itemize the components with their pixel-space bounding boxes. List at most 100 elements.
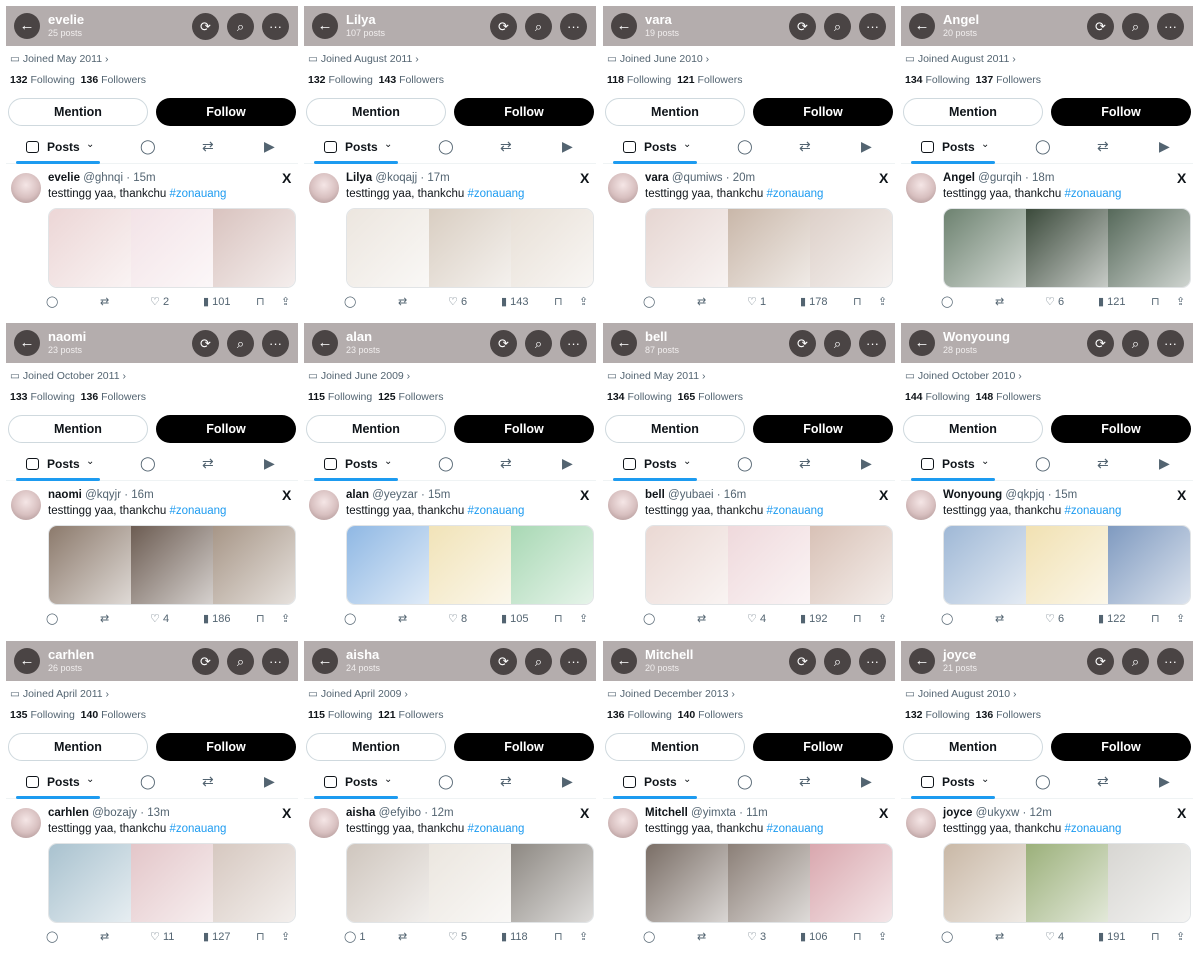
media-image[interactable] [944, 209, 1026, 287]
tweet-media[interactable] [645, 843, 893, 923]
search-icon[interactable]: ⌕ [227, 13, 254, 40]
media-image[interactable] [810, 209, 892, 287]
tweet-media[interactable] [48, 843, 296, 923]
share-icon[interactable]: ⇪ [281, 295, 290, 308]
following-count[interactable]: 115 [308, 391, 325, 403]
following-count[interactable]: 115 [308, 709, 325, 721]
mention-button[interactable]: Mention [8, 98, 148, 126]
replies-tab-icon[interactable]: ◯ [737, 455, 753, 472]
tab-posts[interactable]: Posts ⌄ [613, 136, 697, 164]
replies-tab-icon[interactable]: ◯ [737, 138, 753, 155]
media-tab-icon[interactable]: ▶ [264, 455, 275, 472]
reply-button[interactable]: ◯ [46, 295, 58, 308]
following-count[interactable]: 134 [905, 74, 923, 86]
share-icon[interactable]: ⇪ [878, 930, 887, 943]
mention-button[interactable]: Mention [8, 415, 148, 443]
avatar[interactable] [608, 808, 638, 838]
reposts-tab-icon[interactable]: ⇄ [500, 138, 512, 155]
mention-button[interactable]: Mention [8, 733, 148, 761]
search-icon[interactable]: ⌕ [1122, 648, 1149, 675]
like-button[interactable]: ♡ 8 [448, 612, 467, 625]
back-icon[interactable]: ← [611, 13, 637, 39]
media-image[interactable] [130, 526, 214, 604]
follow-button[interactable]: Follow [753, 98, 893, 126]
search-icon[interactable]: ⌕ [1122, 330, 1149, 357]
like-button[interactable]: ♡ 1 [747, 295, 766, 308]
tweet-media[interactable] [48, 525, 296, 605]
media-image[interactable] [428, 209, 512, 287]
like-button[interactable]: ♡ 11 [150, 930, 174, 943]
retweet-button[interactable]: ⇄ [995, 930, 1004, 943]
following-count[interactable]: 132 [10, 74, 28, 86]
media-tab-icon[interactable]: ▶ [264, 773, 275, 790]
reposts-tab-icon[interactable]: ⇄ [799, 138, 811, 155]
views-button[interactable]: ▮ 143 [501, 295, 528, 308]
media-image[interactable] [1025, 526, 1109, 604]
search-icon[interactable]: ⌕ [1122, 13, 1149, 40]
follow-button[interactable]: Follow [454, 98, 594, 126]
refresh-icon[interactable]: ⟳ [490, 13, 517, 40]
avatar[interactable] [608, 173, 638, 203]
hashtag-link[interactable]: #zonauang [467, 505, 524, 517]
reply-button[interactable]: ◯ [941, 930, 953, 943]
replies-tab-icon[interactable]: ◯ [1035, 455, 1051, 472]
media-image[interactable] [347, 844, 429, 922]
like-button[interactable]: ♡ 6 [448, 295, 467, 308]
avatar[interactable] [11, 173, 41, 203]
followers-count[interactable]: 121 [378, 709, 396, 721]
mention-button[interactable]: Mention [903, 415, 1043, 443]
hashtag-link[interactable]: #zonauang [1064, 505, 1121, 517]
following-count[interactable]: 135 [10, 709, 28, 721]
mention-button[interactable]: Mention [605, 733, 745, 761]
share-icon[interactable]: ⇪ [878, 295, 887, 308]
media-image[interactable] [511, 209, 593, 287]
views-button[interactable]: ▮ 105 [501, 612, 528, 625]
like-button[interactable]: ♡ 3 [747, 930, 766, 943]
views-button[interactable]: ▮ 127 [203, 930, 230, 943]
tab-posts[interactable]: Posts ⌄ [911, 453, 995, 481]
back-icon[interactable]: ← [312, 648, 338, 674]
mention-button[interactable]: Mention [605, 415, 745, 443]
following-count[interactable]: 132 [308, 74, 326, 86]
media-image[interactable] [213, 209, 295, 287]
search-icon[interactable]: ⌕ [824, 330, 851, 357]
refresh-icon[interactable]: ⟳ [789, 648, 816, 675]
mention-button[interactable]: Mention [306, 733, 446, 761]
reposts-tab-icon[interactable]: ⇄ [1097, 138, 1109, 155]
hashtag-link[interactable]: #zonauang [1064, 188, 1121, 200]
reposts-tab-icon[interactable]: ⇄ [202, 455, 214, 472]
more-icon[interactable]: ··· [859, 648, 886, 675]
like-button[interactable]: ♡ 6 [1045, 612, 1064, 625]
media-image[interactable] [347, 209, 429, 287]
replies-tab-icon[interactable]: ◯ [1035, 773, 1051, 790]
author-name[interactable]: evelie [48, 172, 80, 184]
media-image[interactable] [213, 526, 295, 604]
follow-button[interactable]: Follow [156, 733, 296, 761]
tweet-media[interactable] [645, 208, 893, 288]
tab-posts[interactable]: Posts ⌄ [911, 771, 995, 799]
share-icon[interactable]: ⇪ [579, 930, 588, 943]
follow-button[interactable]: Follow [753, 415, 893, 443]
replies-tab-icon[interactable]: ◯ [737, 773, 753, 790]
bookmark-icon[interactable]: ⊓ [256, 612, 265, 625]
media-image[interactable] [1025, 844, 1109, 922]
more-icon[interactable]: ··· [262, 13, 289, 40]
hashtag-link[interactable]: #zonauang [467, 188, 524, 200]
back-icon[interactable]: ← [909, 648, 935, 674]
follow-button[interactable]: Follow [156, 98, 296, 126]
bookmark-icon[interactable]: ⊓ [1151, 295, 1160, 308]
tab-posts[interactable]: Posts ⌄ [613, 771, 697, 799]
reply-button[interactable]: ◯ [941, 295, 953, 308]
follow-button[interactable]: Follow [1051, 98, 1191, 126]
replies-tab-icon[interactable]: ◯ [438, 455, 454, 472]
tweet-media[interactable] [943, 208, 1191, 288]
reply-button[interactable]: ◯ [46, 930, 58, 943]
views-button[interactable]: ▮ 121 [1098, 295, 1125, 308]
search-icon[interactable]: ⌕ [227, 330, 254, 357]
media-image[interactable] [511, 526, 593, 604]
followers-count[interactable]: 121 [677, 74, 695, 86]
media-image[interactable] [944, 844, 1026, 922]
media-image[interactable] [428, 844, 512, 922]
retweet-button[interactable]: ⇄ [100, 612, 109, 625]
author-name[interactable]: joyce [943, 807, 972, 819]
